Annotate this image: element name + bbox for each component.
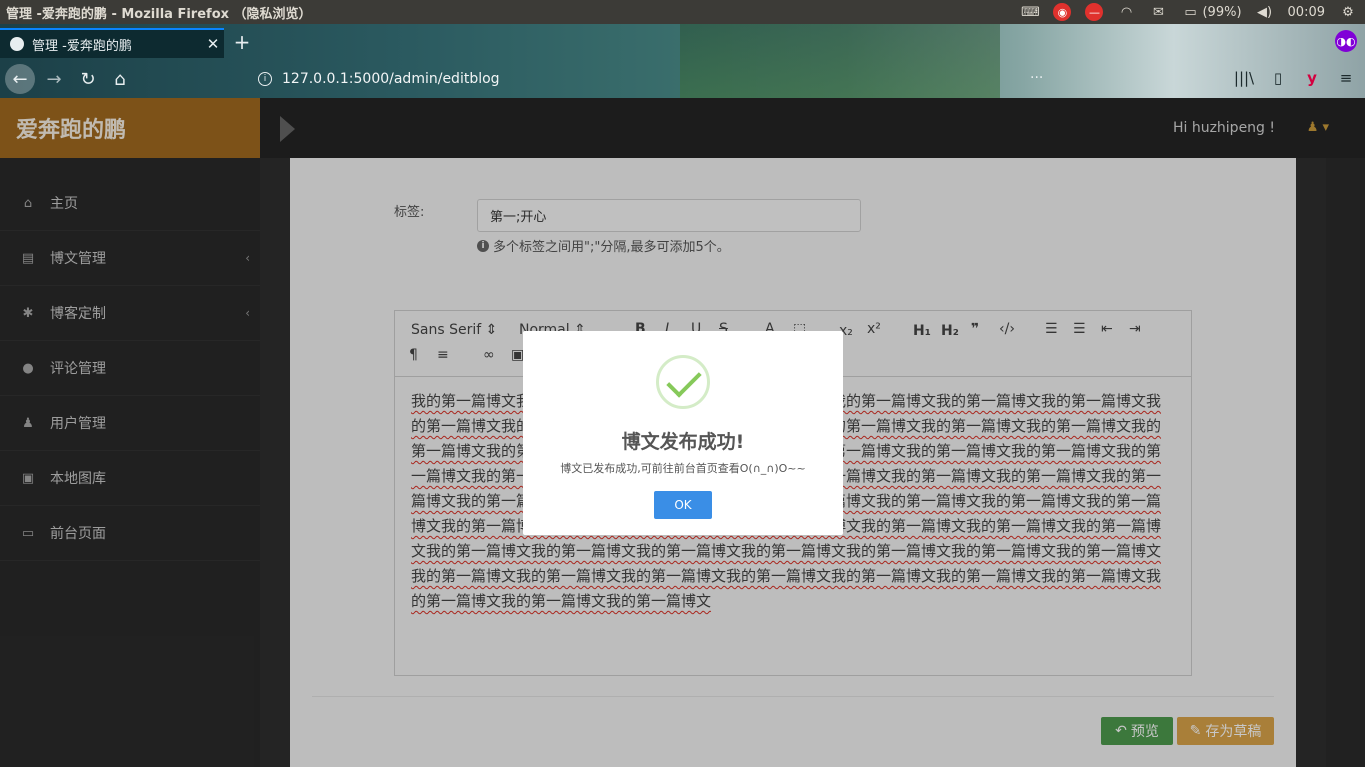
private-browsing-icon: ◑◐ [1335, 30, 1357, 52]
window-title: 管理 -爱奔跑的鹏 - Mozilla Firefox （隐私浏览） [6, 6, 312, 22]
os-top-bar: 管理 -爱奔跑的鹏 - Mozilla Firefox （隐私浏览） ⌨ ◉ —… [0, 0, 1365, 24]
battery-icon: ▭ [1184, 4, 1197, 20]
battery-percent: (99%) [1202, 4, 1242, 20]
dialog-title: 博文发布成功! [621, 431, 745, 453]
page-actions-icon[interactable]: ··· [1030, 70, 1043, 86]
dialog-message: 博文已发布成功,可前往前台首页查看O(∩_∩)O~~ [560, 462, 806, 475]
keyboard-icon[interactable]: ⌨ [1021, 4, 1040, 20]
library-icon[interactable]: |||\ [1233, 64, 1255, 92]
tab-title: 管理 -爱奔跑的鹏 [32, 38, 132, 54]
system-tray: ⌨ ◉ — ◠ ✉ ▭ (99%) ◀) 00:09 ⚙ [1021, 0, 1365, 24]
back-button[interactable]: ← [5, 64, 35, 94]
netease-music-icon[interactable]: ◉ [1053, 3, 1072, 21]
forward-button[interactable]: → [39, 64, 69, 94]
success-dialog: 博文发布成功! 博文已发布成功,可前往前台首页查看O(∩_∩)O~~ OK [523, 331, 843, 535]
clock[interactable]: 00:09 [1288, 5, 1325, 20]
menu-icon[interactable]: ≡ [1335, 64, 1357, 92]
site-info-icon[interactable]: i [258, 72, 272, 86]
success-check-icon [656, 355, 710, 409]
wifi-icon[interactable]: ◠ [1117, 4, 1135, 20]
ok-button[interactable]: OK [654, 491, 712, 519]
navigation-bar: ← → ↻ ⌂ i 127.0.0.1:5000/admin/editblog … [0, 62, 1365, 96]
battery-indicator[interactable]: ▭ (99%) [1181, 4, 1241, 20]
new-tab-button[interactable]: + [230, 28, 254, 56]
toolbar-right: |||\ ▯ y ≡ [1233, 64, 1357, 92]
sidebar-toggle-icon[interactable]: ▯ [1267, 64, 1289, 92]
settings-gear-icon[interactable]: ⚙ [1339, 4, 1357, 20]
tab-favicon-icon [10, 37, 24, 51]
url-text: 127.0.0.1:5000/admin/editblog [282, 71, 500, 87]
home-button[interactable]: ⌂ [105, 64, 135, 94]
browser-tab[interactable]: 管理 -爱奔跑的鹏 ✕ [0, 28, 224, 58]
mail-icon[interactable]: ✉ [1149, 4, 1167, 20]
tab-close-icon[interactable]: ✕ [202, 35, 224, 53]
volume-icon[interactable]: ◀) [1256, 4, 1274, 20]
reload-button[interactable]: ↻ [73, 64, 103, 94]
url-bar[interactable]: i 127.0.0.1:5000/admin/editblog [250, 65, 1050, 93]
blocked-icon[interactable]: — [1085, 3, 1104, 21]
browser-chrome: 管理 -爱奔跑的鹏 ✕ + ◑◐ ← → ↻ ⌂ i 127.0.0.1:500… [0, 24, 1365, 98]
extension-icon[interactable]: y [1301, 64, 1323, 92]
